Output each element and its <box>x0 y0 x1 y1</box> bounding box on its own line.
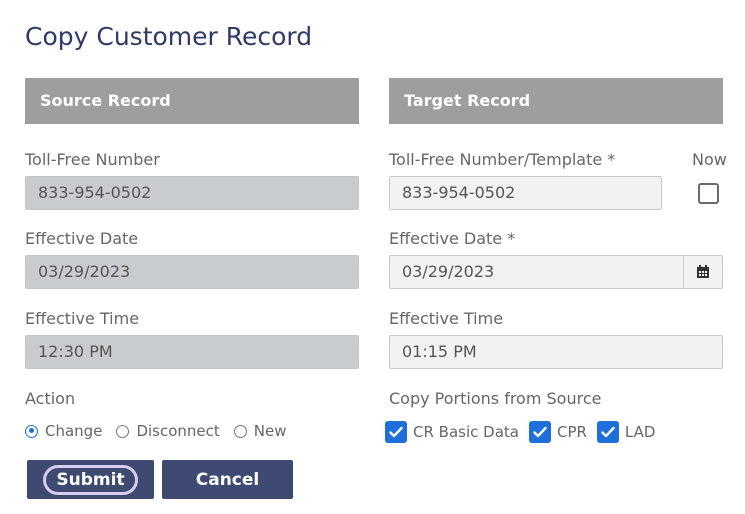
target-effective-date-input[interactable]: 03/29/2023 <box>389 255 684 289</box>
submit-button[interactable]: Submit <box>27 460 154 499</box>
target-toll-free-input[interactable]: 833-954-0502 <box>389 176 662 210</box>
checkbox-cpr[interactable]: CPR <box>528 421 587 443</box>
checkbox-cr-basic-data[interactable]: CR Basic Data <box>385 421 519 443</box>
source-toll-free-label: Toll-Free Number <box>25 150 160 169</box>
radio-button[interactable] <box>116 424 130 438</box>
submit-label: Submit <box>43 464 138 495</box>
checkbox-lad[interactable]: LAD <box>596 421 656 443</box>
radio-disconnect[interactable]: Disconnect <box>116 422 220 440</box>
copy-portions-group: CR Basic Data CPR LAD <box>385 421 665 443</box>
checkmark-icon[interactable] <box>596 421 619 443</box>
checkbox-label: CR Basic Data <box>413 423 519 441</box>
radio-button[interactable] <box>25 424 38 438</box>
radio-new[interactable]: New <box>233 422 287 440</box>
target-effective-time-label: Effective Time <box>389 309 504 328</box>
source-record-header: Source Record <box>25 78 359 124</box>
target-record-header: Target Record <box>389 78 723 124</box>
now-label: Now <box>692 150 727 169</box>
radio-change[interactable]: Change <box>25 422 102 440</box>
source-effective-date-label: Effective Date <box>25 229 139 248</box>
radio-label: Disconnect <box>136 422 220 440</box>
cancel-button[interactable]: Cancel <box>162 460 293 499</box>
target-effective-date-label: Effective Date * <box>389 229 516 248</box>
target-effective-time-input[interactable]: 01:15 PM <box>389 335 723 369</box>
calendar-button[interactable] <box>683 255 723 289</box>
checkmark-icon[interactable] <box>528 421 551 443</box>
target-toll-free-label: Toll-Free Number/Template * <box>389 150 616 169</box>
checkmark-icon[interactable] <box>385 421 407 443</box>
source-effective-time-field: 12:30 PM <box>25 335 359 369</box>
checkbox-label: LAD <box>624 423 656 441</box>
radio-label: New <box>253 422 287 440</box>
copy-portions-label: Copy Portions from Source <box>389 389 602 408</box>
now-checkbox[interactable] <box>698 183 719 204</box>
action-label: Action <box>25 389 76 408</box>
page-title: Copy Customer Record <box>25 22 313 51</box>
action-radio-group: Change Disconnect New <box>25 422 300 440</box>
radio-label: Change <box>45 422 103 440</box>
source-effective-date-field: 03/29/2023 <box>25 255 359 289</box>
source-effective-time-label: Effective Time <box>25 309 140 328</box>
radio-button[interactable] <box>233 424 247 438</box>
source-toll-free-field: 833-954-0502 <box>25 176 359 210</box>
calendar-icon <box>697 265 709 278</box>
checkbox-label: CPR <box>556 423 587 441</box>
